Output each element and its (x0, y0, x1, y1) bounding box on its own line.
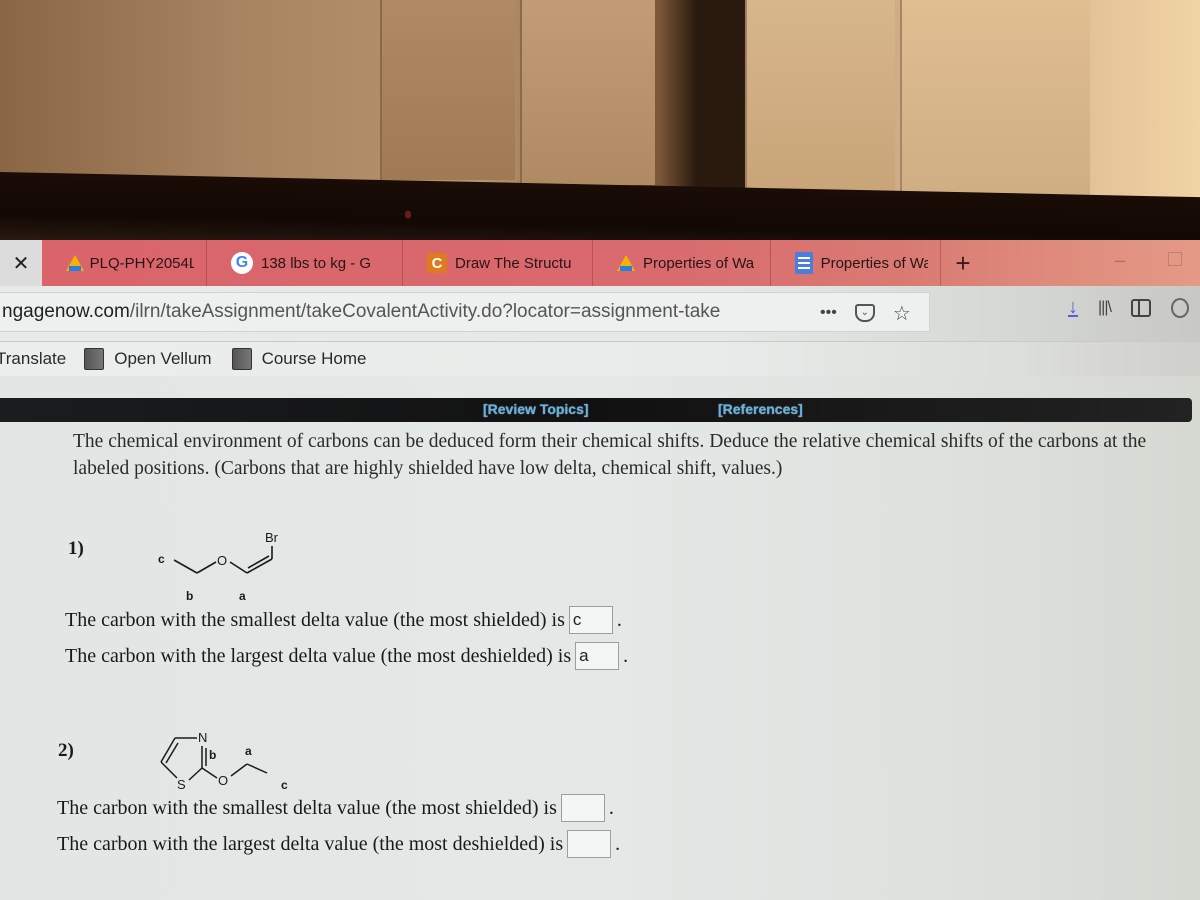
assignment-page: [Review Topics] [References] The chemica… (0, 376, 1200, 900)
tab-properties-of-water-drive[interactable]: Properties of Wa (593, 240, 771, 286)
oxygen-atom: O (218, 773, 228, 788)
bookmark-page-icon (84, 348, 105, 370)
bookmark-label: Open Vellum (114, 349, 212, 368)
google-drive-icon (66, 255, 84, 271)
pocket-icon[interactable]: ⌄ (854, 304, 875, 322)
double-bond (165, 742, 179, 764)
label-a: a (245, 744, 252, 758)
bond (188, 767, 203, 781)
chegg-icon: C (427, 253, 447, 273)
label-a: a (239, 589, 246, 603)
label-b: b (186, 589, 193, 603)
q2-prompt-smallest: The carbon with the smallest delta value… (57, 794, 614, 822)
tab-label: 138 lbs to kg - G (261, 254, 372, 272)
bond (173, 559, 198, 574)
tab-label: PLQ-PHY2054L.d (89, 254, 194, 272)
tab-label: Properties of Wa (820, 254, 928, 272)
close-icon: ✕ (12, 252, 30, 275)
bookmark-translate[interactable]: Translate (0, 349, 66, 369)
oxygen-atom: O (217, 553, 227, 568)
door-background (900, 0, 1090, 195)
room-background (0, 0, 1200, 200)
bookmark-label: Translate (0, 349, 67, 368)
restore-button[interactable] (1168, 252, 1182, 266)
nitrogen-atom: N (198, 730, 207, 745)
toolbar-right: ↓ |||\ (1068, 297, 1189, 318)
period: . (616, 608, 622, 631)
q1-smallest-answer-input[interactable]: c (568, 606, 613, 634)
library-icon[interactable]: |||\ (1098, 299, 1112, 317)
bookmark-label: Course Home (261, 349, 367, 368)
door-background (520, 0, 655, 185)
bookmark-open-vellum[interactable]: Open Vellum (84, 348, 212, 370)
bond (201, 767, 218, 779)
prompt-text: The carbon with the largest delta value … (57, 832, 564, 855)
bond (196, 561, 217, 574)
review-topics-link[interactable]: [Review Topics] (483, 401, 589, 417)
prompt-text: The carbon with the smallest delta value… (57, 796, 557, 819)
navigation-toolbar: ngagenow.com/ilrn/takeAssignment/takeCov… (0, 286, 1200, 342)
bookmark-course-home[interactable]: Course Home (231, 348, 367, 370)
references-link[interactable]: [References] (718, 401, 803, 417)
door-background (745, 0, 895, 195)
q2-largest-answer-input[interactable] (567, 830, 612, 858)
close-tab-button[interactable]: ✕ (0, 240, 42, 286)
tab-label: Properties of Wa (643, 254, 755, 272)
q1-largest-answer-input[interactable]: a (575, 642, 620, 670)
tab-138-lbs-to-kg[interactable]: G 138 lbs to kg - G (207, 240, 403, 286)
q2-prompt-largest: The carbon with the largest delta value … (57, 830, 620, 858)
bond (229, 561, 248, 574)
prompt-text: The carbon with the smallest delta value… (65, 608, 565, 631)
bookmarks-bar: Translate Open Vellum Course Home (0, 342, 1200, 376)
google-drive-icon (617, 255, 635, 271)
assignment-nav-strip: [Review Topics] [References] (0, 398, 1192, 422)
bond (160, 761, 178, 779)
google-docs-icon (795, 252, 813, 274)
q1-prompt-smallest: The carbon with the smallest delta value… (65, 606, 622, 634)
bromine-atom: Br (265, 530, 279, 545)
sidebar-icon[interactable] (1130, 299, 1151, 317)
molecule-1-structure: c O Br b a (158, 530, 279, 603)
question-intro: The chemical environment of carbons can … (73, 431, 1147, 479)
google-icon: G (231, 252, 253, 274)
label-c: c (281, 778, 288, 792)
url-text[interactable]: ngagenow.com/ilrn/takeAssignment/takeCov… (0, 301, 720, 323)
new-tab-button[interactable]: + (941, 248, 985, 279)
label-c: c (158, 552, 165, 566)
prompt-text: The carbon with the largest delta value … (65, 644, 572, 667)
browser-tab-bar: ✕ PLQ-PHY2054L.d G 138 lbs to kg - G C D… (0, 240, 1200, 286)
label-b: b (209, 748, 216, 762)
minimize-button[interactable]: – (1115, 250, 1125, 271)
tab-label: Draw The Structu (455, 254, 572, 272)
bond (246, 763, 268, 774)
tab-draw-the-structure[interactable]: C Draw The Structu (403, 240, 593, 286)
downloads-icon[interactable]: ↓ (1068, 297, 1078, 317)
molecule-2-structure: N S O b a c (160, 730, 288, 792)
bond (230, 763, 248, 777)
period: . (608, 796, 614, 819)
question-number: 1) (68, 538, 84, 559)
q1-prompt-largest: The carbon with the largest delta value … (65, 642, 628, 670)
question-number: 2) (58, 740, 74, 761)
bookmark-page-icon (231, 348, 252, 370)
account-icon[interactable] (1170, 298, 1189, 318)
plus-icon: + (955, 247, 971, 278)
period: . (615, 832, 621, 855)
period: . (623, 644, 629, 667)
tab-properties-of-water-docs[interactable]: Properties of Wa (771, 240, 941, 286)
url-actions: ••• ⌄ ☆ (820, 293, 911, 333)
q2-smallest-answer-input[interactable] (560, 794, 605, 822)
bookmark-star-icon[interactable]: ☆ (893, 301, 911, 326)
sulfur-atom: S (177, 777, 186, 792)
webcam-icon (405, 210, 411, 219)
door-background (380, 0, 515, 180)
tab-plq-phy2054l[interactable]: PLQ-PHY2054L.d (42, 240, 207, 286)
url-bar[interactable]: ngagenow.com/ilrn/takeAssignment/takeCov… (0, 292, 930, 332)
page-actions-menu-icon[interactable]: ••• (820, 304, 837, 322)
